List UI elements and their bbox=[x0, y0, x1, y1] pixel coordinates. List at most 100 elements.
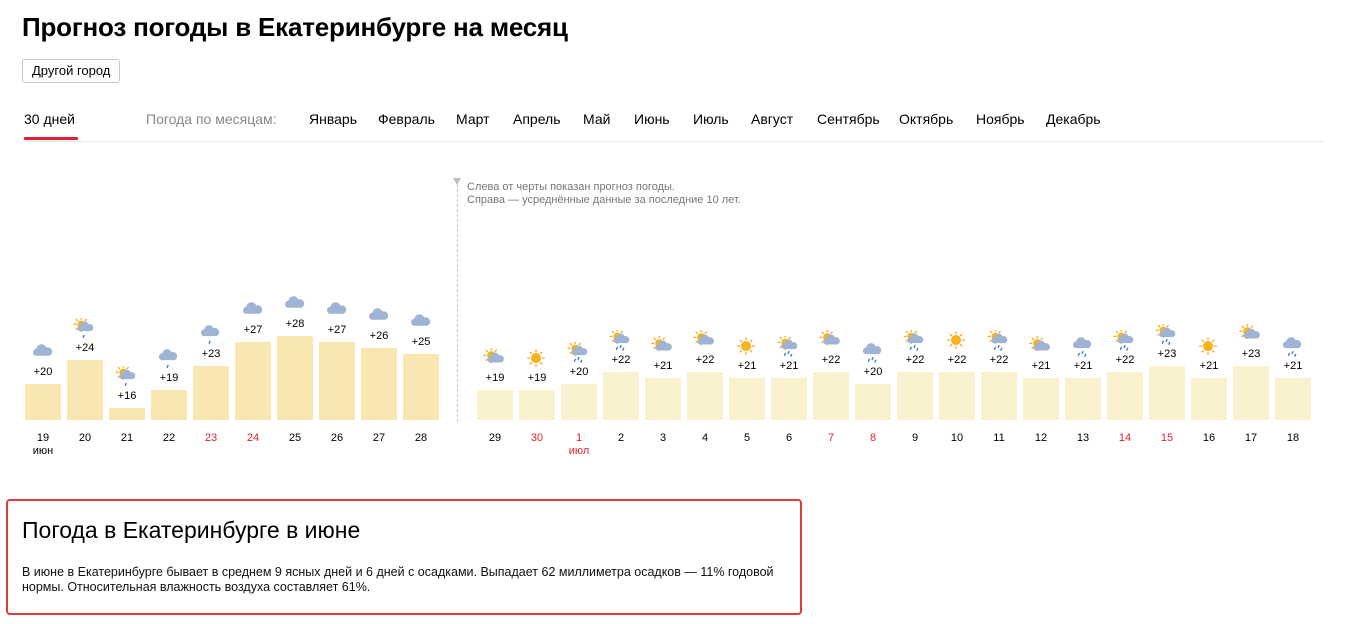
cloud-icon bbox=[325, 300, 349, 320]
day-column[interactable]: +22 11 bbox=[981, 0, 1017, 460]
day-temperature: +23 bbox=[1241, 348, 1261, 360]
day-column[interactable]: +19 22 bbox=[151, 0, 187, 460]
day-column[interactable]: +22 9 bbox=[897, 0, 933, 460]
cloud-rain-icon bbox=[861, 342, 885, 363]
day-temperature: +27 bbox=[243, 324, 263, 336]
day-temperature: +22 bbox=[1115, 354, 1135, 366]
day-number: 21 bbox=[120, 432, 134, 444]
day-column[interactable]: +23 15 bbox=[1149, 0, 1185, 460]
day-number: 29 bbox=[488, 432, 502, 444]
temperature-bar bbox=[1233, 366, 1269, 420]
day-temperature: +27 bbox=[327, 324, 347, 336]
summary-text: В июне в Екатеринбурге бывает в среднем … bbox=[22, 565, 774, 594]
temperature-bar bbox=[1107, 372, 1143, 420]
cloud-icon bbox=[283, 294, 307, 314]
day-column[interactable]: +21 16 bbox=[1191, 0, 1227, 460]
day-column[interactable]: +19 29 bbox=[477, 0, 513, 460]
day-temperature: +21 bbox=[1199, 360, 1219, 372]
day-column[interactable]: +21 5 bbox=[729, 0, 765, 460]
day-number: 17 bbox=[1244, 432, 1258, 444]
day-column[interactable]: +27 24 bbox=[235, 0, 271, 460]
sun-cloud-rain-icon bbox=[987, 328, 1011, 351]
day-number: 12 bbox=[1034, 432, 1048, 444]
sun-cloud-light-rain-icon bbox=[115, 364, 139, 386]
temperature-bar bbox=[67, 360, 103, 420]
sun-cloud-rain-icon bbox=[1113, 328, 1137, 351]
day-number: 23 bbox=[204, 432, 218, 444]
cloud-icon bbox=[409, 312, 433, 332]
temperature-bar bbox=[687, 372, 723, 420]
sun-icon bbox=[735, 336, 759, 356]
day-column[interactable]: +22 10 bbox=[939, 0, 975, 460]
day-column[interactable]: +24 20 bbox=[67, 0, 103, 460]
temperature-bar bbox=[771, 378, 807, 420]
day-column[interactable]: +19 30 bbox=[519, 0, 555, 460]
sun-icon bbox=[945, 330, 969, 350]
day-column[interactable]: +20 19 июн bbox=[25, 0, 61, 460]
day-column[interactable]: +20 1 июл bbox=[561, 0, 597, 460]
day-column[interactable]: +21 12 bbox=[1023, 0, 1059, 460]
day-number: 22 bbox=[162, 432, 176, 444]
temperature-bar bbox=[193, 366, 229, 420]
day-column[interactable]: +25 28 bbox=[403, 0, 439, 460]
day-number: 19 bbox=[36, 432, 50, 444]
day-number: 24 bbox=[246, 432, 260, 444]
day-column[interactable]: +22 4 bbox=[687, 0, 723, 460]
month-label: июн bbox=[32, 445, 54, 457]
day-column[interactable]: +27 26 bbox=[319, 0, 355, 460]
day-column[interactable]: +21 18 bbox=[1275, 0, 1311, 460]
cloud-icon bbox=[367, 306, 391, 326]
day-number: 30 bbox=[530, 432, 544, 444]
day-column[interactable]: +21 6 bbox=[771, 0, 807, 460]
summary-title: Погода в Екатеринбурге в июне bbox=[22, 517, 361, 543]
sun-cloud-rain-icon bbox=[777, 334, 801, 357]
day-number: 25 bbox=[288, 432, 302, 444]
day-column[interactable]: +21 13 bbox=[1065, 0, 1101, 460]
cloud-rain-icon bbox=[1071, 336, 1095, 357]
temperature-bar bbox=[729, 378, 765, 420]
day-column[interactable]: +26 27 bbox=[361, 0, 397, 460]
temperature-bar bbox=[561, 384, 597, 420]
day-column[interactable]: +21 3 bbox=[645, 0, 681, 460]
day-temperature: +20 bbox=[863, 366, 883, 378]
day-column[interactable]: +22 7 bbox=[813, 0, 849, 460]
sun-cloud-rain-icon bbox=[567, 340, 591, 363]
temperature-bar bbox=[645, 378, 681, 420]
day-column[interactable]: +16 21 bbox=[109, 0, 145, 460]
cloud-icon bbox=[241, 300, 265, 320]
day-temperature: +23 bbox=[1157, 348, 1177, 360]
day-column[interactable]: +20 8 bbox=[855, 0, 891, 460]
day-number: 6 bbox=[785, 432, 793, 444]
sun-cloud-icon bbox=[693, 329, 717, 350]
forecast-divider bbox=[457, 184, 458, 422]
day-temperature: +22 bbox=[989, 354, 1009, 366]
day-temperature: +21 bbox=[653, 360, 673, 372]
day-temperature: +21 bbox=[737, 360, 757, 372]
day-temperature: +28 bbox=[285, 318, 305, 330]
day-column[interactable]: +23 23 bbox=[193, 0, 229, 460]
cloud-icon bbox=[31, 342, 55, 362]
day-column[interactable]: +28 25 bbox=[277, 0, 313, 460]
month-label: июл bbox=[568, 445, 590, 457]
day-number: 8 bbox=[869, 432, 877, 444]
day-number: 1 bbox=[575, 432, 583, 444]
day-column[interactable]: +22 2 bbox=[603, 0, 639, 460]
temperature-bar bbox=[519, 390, 555, 420]
day-temperature: +22 bbox=[905, 354, 925, 366]
day-temperature: +21 bbox=[1073, 360, 1093, 372]
sun-cloud-rain-icon bbox=[609, 328, 633, 351]
day-number: 5 bbox=[743, 432, 751, 444]
temperature-bar bbox=[277, 336, 313, 420]
day-column[interactable]: +22 14 bbox=[1107, 0, 1143, 460]
sun-cloud-icon bbox=[819, 329, 843, 350]
day-temperature: +24 bbox=[75, 342, 95, 354]
temperature-bar bbox=[813, 372, 849, 420]
day-column[interactable]: +23 17 bbox=[1233, 0, 1269, 460]
sun-cloud-light-rain-icon bbox=[73, 316, 97, 338]
day-number: 13 bbox=[1076, 432, 1090, 444]
day-temperature: +22 bbox=[695, 354, 715, 366]
temperature-bar bbox=[25, 384, 61, 420]
day-temperature: +25 bbox=[411, 336, 431, 348]
temperature-bar bbox=[939, 372, 975, 420]
sun-cloud-rain-icon bbox=[1155, 322, 1179, 345]
